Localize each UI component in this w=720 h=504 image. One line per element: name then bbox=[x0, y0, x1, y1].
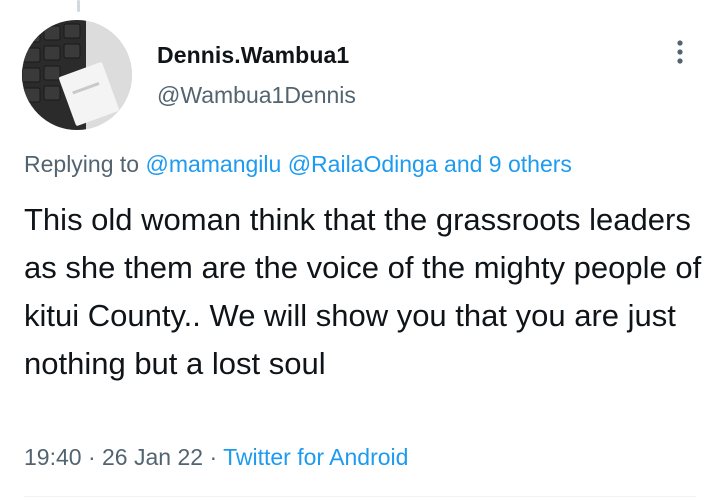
author-handle[interactable]: @Wambua1Dennis bbox=[157, 82, 356, 109]
mention-link-mamangilu[interactable]: @mamangilu bbox=[145, 151, 281, 177]
tweet-meta: 19:40 · 26 Jan 22 · Twitter for Android bbox=[24, 444, 408, 471]
more-vertical-icon bbox=[677, 40, 683, 64]
replying-to-label: Replying to bbox=[24, 151, 140, 177]
tweet-text: This old woman think that the grassroots… bbox=[24, 202, 702, 381]
meta-separator: · bbox=[209, 444, 218, 470]
mention-link-railaodinga[interactable]: @RailaOdinga bbox=[288, 151, 438, 177]
others-link[interactable]: and 9 others bbox=[444, 151, 572, 177]
more-options-button[interactable] bbox=[664, 36, 696, 68]
keyboard-photo-avatar-icon bbox=[22, 20, 132, 130]
author-display-name[interactable]: Dennis.Wambua1 bbox=[157, 42, 349, 69]
avatar[interactable] bbox=[22, 20, 132, 130]
divider bbox=[24, 496, 696, 497]
thread-connector-line bbox=[77, 0, 80, 12]
replying-to-line: Replying to @mamangilu @RailaOdinga and … bbox=[24, 151, 572, 178]
meta-separator: · bbox=[87, 444, 96, 470]
tweet-source-link[interactable]: Twitter for Android bbox=[223, 444, 408, 470]
tweet-date[interactable]: 26 Jan 22 bbox=[102, 444, 203, 470]
tweet-time[interactable]: 19:40 bbox=[24, 444, 82, 470]
